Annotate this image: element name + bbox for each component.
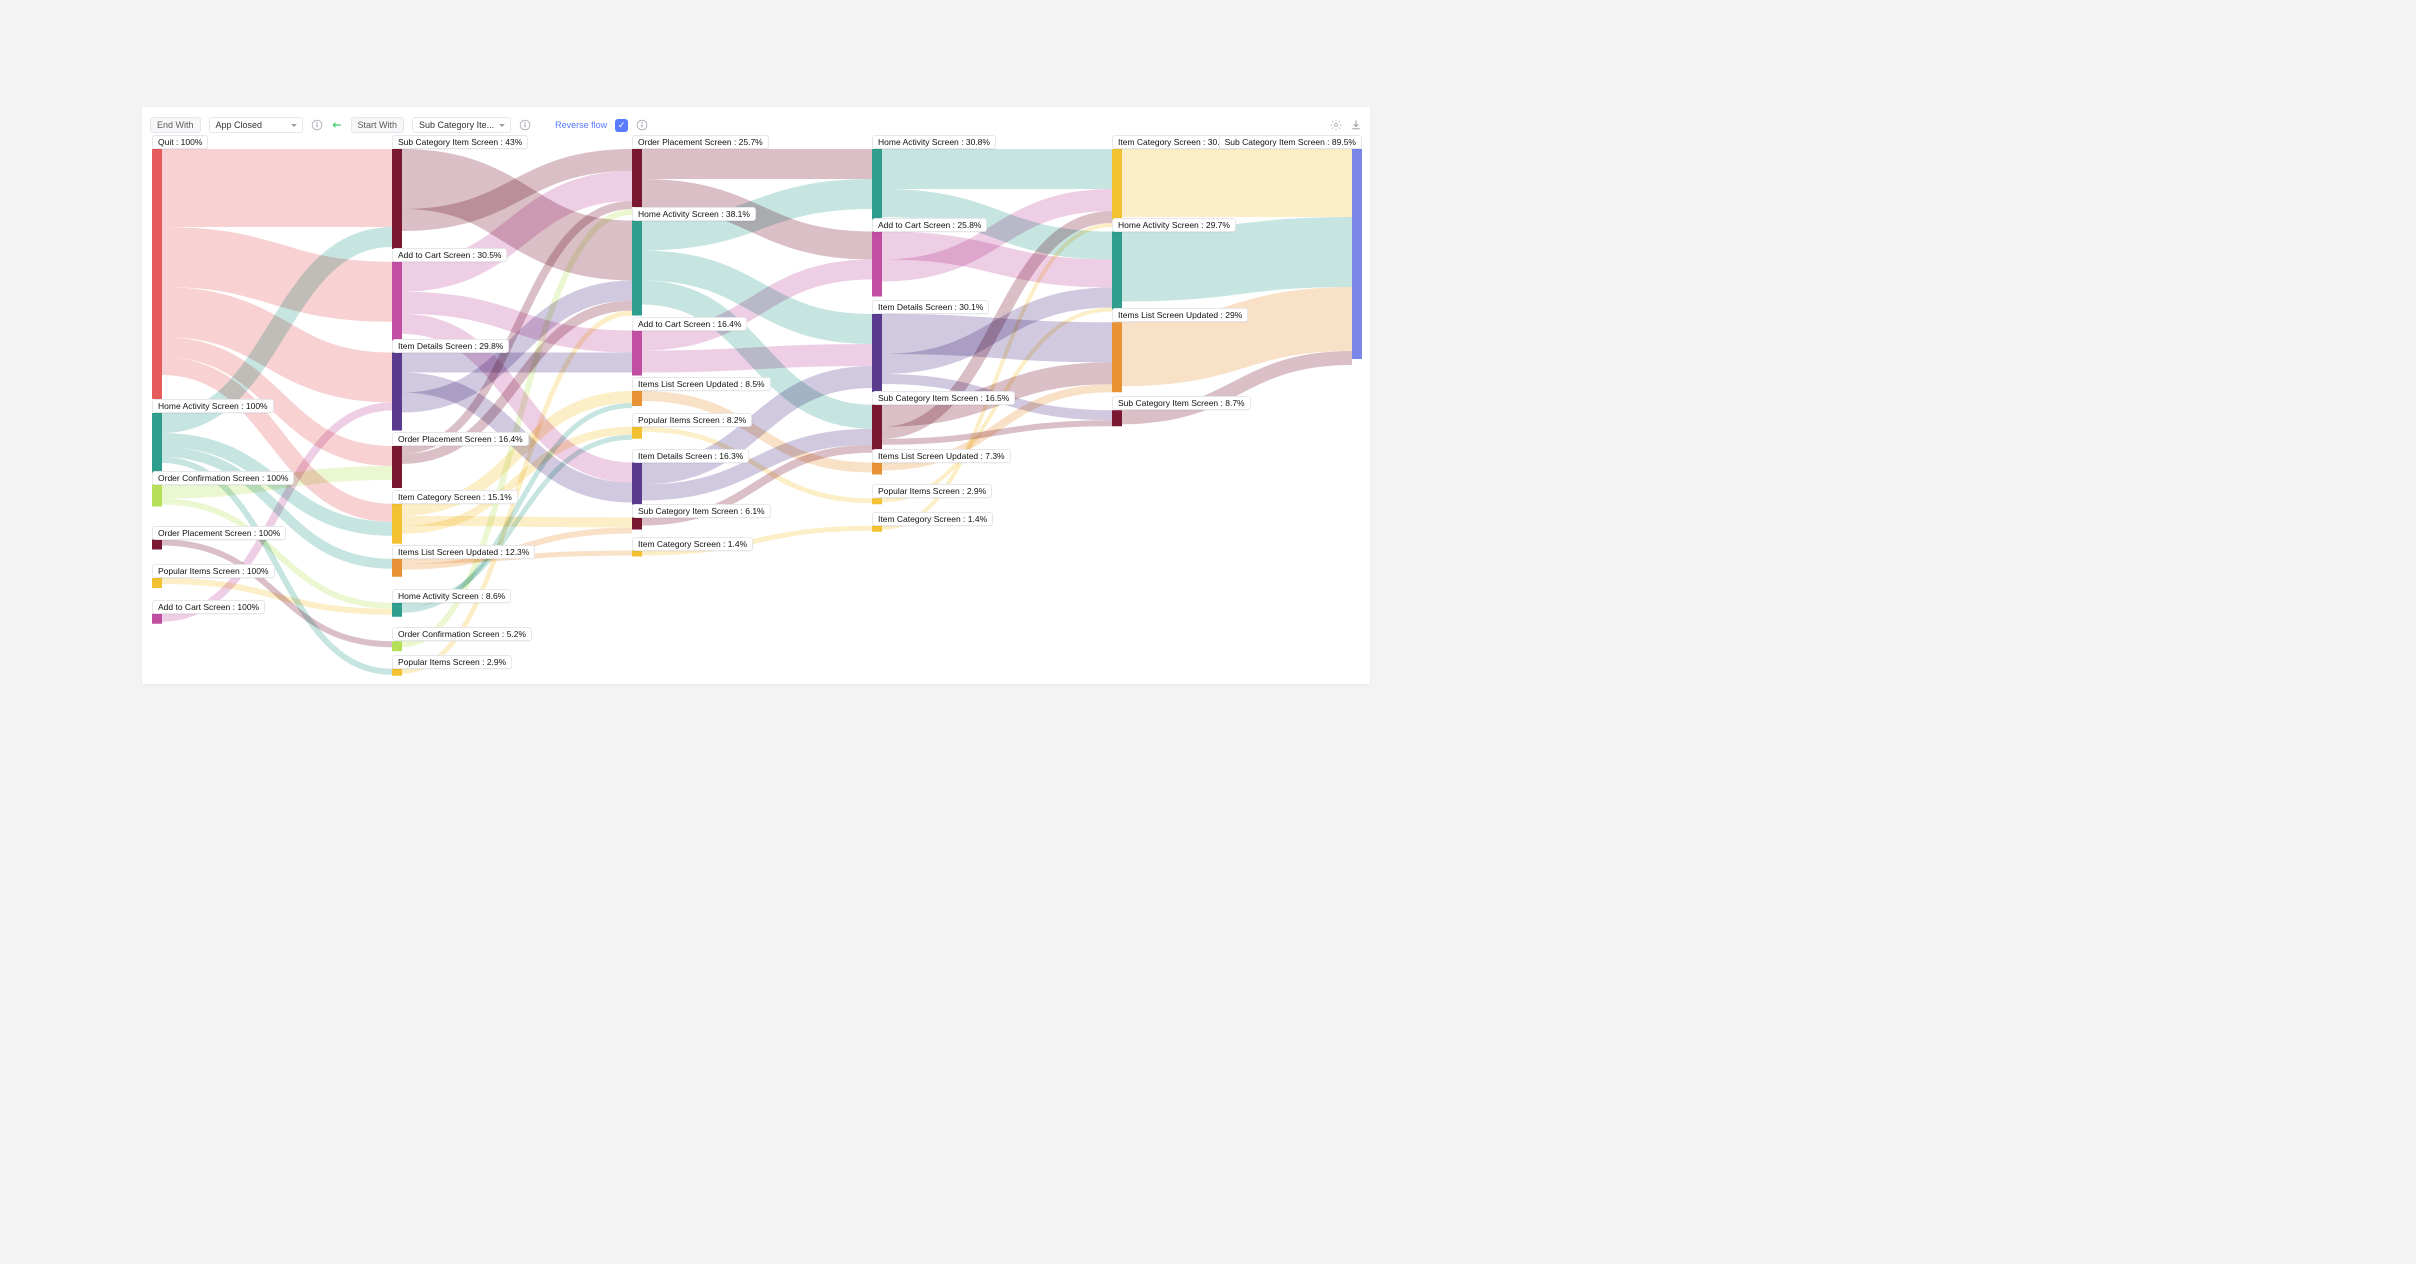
end-with-select[interactable]: App Closed (209, 117, 303, 133)
sankey-node[interactable] (152, 614, 162, 624)
sankey-node[interactable] (872, 463, 882, 475)
node-label: Sub Category Item Screen : 43% (392, 135, 528, 149)
sankey-node[interactable] (1112, 322, 1122, 392)
sankey-node[interactable] (392, 446, 402, 488)
node-label: Item Details Screen : 16.3% (632, 449, 749, 463)
node-label: Home Activity Screen : 30.8% (872, 135, 996, 149)
swap-arrow-icon[interactable] (331, 119, 343, 131)
node-label: Add to Cart Screen : 100% (152, 600, 265, 614)
sankey-node[interactable] (632, 463, 642, 505)
start-with-select[interactable]: Sub Category Ite... (412, 117, 511, 133)
sankey-node[interactable] (152, 540, 162, 550)
sankey-node[interactable] (872, 526, 882, 532)
node-label: Items List Screen Updated : 8.5% (632, 377, 771, 391)
node-label: Item Category Screen : 1.4% (632, 537, 753, 551)
node-label: Add to Cart Screen : 16.4% (632, 317, 747, 331)
sankey-node[interactable] (1112, 149, 1122, 221)
sankey-node[interactable] (632, 149, 642, 207)
sankey-node[interactable] (152, 485, 162, 507)
sankey-node[interactable] (632, 391, 642, 406)
node-label: Items List Screen Updated : 7.3% (872, 449, 1011, 463)
node-label: Popular Items Screen : 2.9% (872, 484, 992, 498)
start-with-label: Start With (351, 117, 405, 133)
node-label: Sub Category Item Screen : 89.5% (1219, 135, 1362, 149)
sankey-node[interactable] (392, 603, 402, 617)
sankey-node[interactable] (152, 413, 162, 475)
node-label: Sub Category Item Screen : 6.1% (632, 504, 771, 518)
sankey-node[interactable] (872, 232, 882, 297)
node-label: Add to Cart Screen : 25.8% (872, 218, 987, 232)
sankey-node[interactable] (1112, 410, 1122, 426)
node-label: Order Confirmation Screen : 5.2% (392, 627, 532, 641)
node-label: Order Confirmation Screen : 100% (152, 471, 294, 485)
sankey-node[interactable] (872, 405, 882, 450)
node-label: Home Activity Screen : 8.6% (392, 589, 511, 603)
node-label: Popular Items Screen : 100% (152, 564, 275, 578)
node-label: Items List Screen Updated : 12.3% (392, 545, 535, 559)
sankey-node[interactable] (872, 314, 882, 392)
node-label: Add to Cart Screen : 30.5% (392, 248, 507, 262)
node-label: Item Details Screen : 30.1% (872, 300, 989, 314)
node-label: Home Activity Screen : 100% (152, 399, 274, 413)
info-icon-2[interactable] (519, 119, 531, 131)
sankey-card: End With App Closed Start With Sub Categ… (142, 107, 1370, 684)
gear-icon[interactable] (1330, 119, 1342, 131)
reverse-flow-label: Reverse flow (555, 120, 607, 130)
node-label: Order Placement Screen : 100% (152, 526, 286, 540)
sankey-node[interactable] (632, 518, 642, 530)
download-icon[interactable] (1350, 119, 1362, 131)
node-label: Order Placement Screen : 16.4% (392, 432, 529, 446)
sankey-node[interactable] (632, 221, 642, 316)
info-icon-3[interactable] (636, 119, 648, 131)
node-label: Item Details Screen : 29.8% (392, 339, 509, 353)
sankey-node[interactable] (1352, 149, 1362, 359)
sankey-node[interactable] (1112, 232, 1122, 310)
sankey-node[interactable] (392, 641, 402, 651)
node-label: Popular Items Screen : 8.2% (632, 413, 752, 427)
sankey-node[interactable] (392, 149, 402, 249)
sankey-node[interactable] (152, 149, 162, 399)
node-label: Item Category Screen : 1.4% (872, 512, 993, 526)
info-icon[interactable] (311, 119, 323, 131)
node-label: Popular Items Screen : 2.9% (392, 655, 512, 669)
node-label: Home Activity Screen : 38.1% (632, 207, 756, 221)
sankey-node[interactable] (152, 578, 162, 588)
sankey-node[interactable] (632, 551, 642, 557)
sankey-node[interactable] (632, 331, 642, 376)
sankey-link[interactable] (1122, 252, 1352, 267)
sankey-link[interactable] (642, 355, 872, 362)
sankey-node[interactable] (392, 669, 402, 676)
node-label: Home Activity Screen : 29.7% (1112, 218, 1236, 232)
reverse-flow-checkbox[interactable]: ✓ (615, 119, 628, 132)
sankey-node[interactable] (392, 262, 402, 342)
sankey-link[interactable] (1122, 319, 1352, 354)
node-label: Item Category Screen : 15.1% (392, 490, 518, 504)
sankey-node[interactable] (392, 353, 402, 431)
node-label: Sub Category Item Screen : 8.7% (1112, 396, 1251, 410)
node-label: Items List Screen Updated : 29% (1112, 308, 1248, 322)
node-label: Order Placement Screen : 25.7% (632, 135, 769, 149)
node-label: Sub Category Item Screen : 16.5% (872, 391, 1015, 405)
sankey-node[interactable] (632, 427, 642, 439)
sankey-link[interactable] (162, 257, 392, 292)
end-with-label: End With (150, 117, 201, 133)
sankey-node[interactable] (872, 149, 882, 221)
sankey-node[interactable] (872, 498, 882, 504)
node-label: Quit : 100% (152, 135, 208, 149)
sankey-node[interactable] (392, 559, 402, 577)
sankey-node[interactable] (392, 504, 402, 544)
